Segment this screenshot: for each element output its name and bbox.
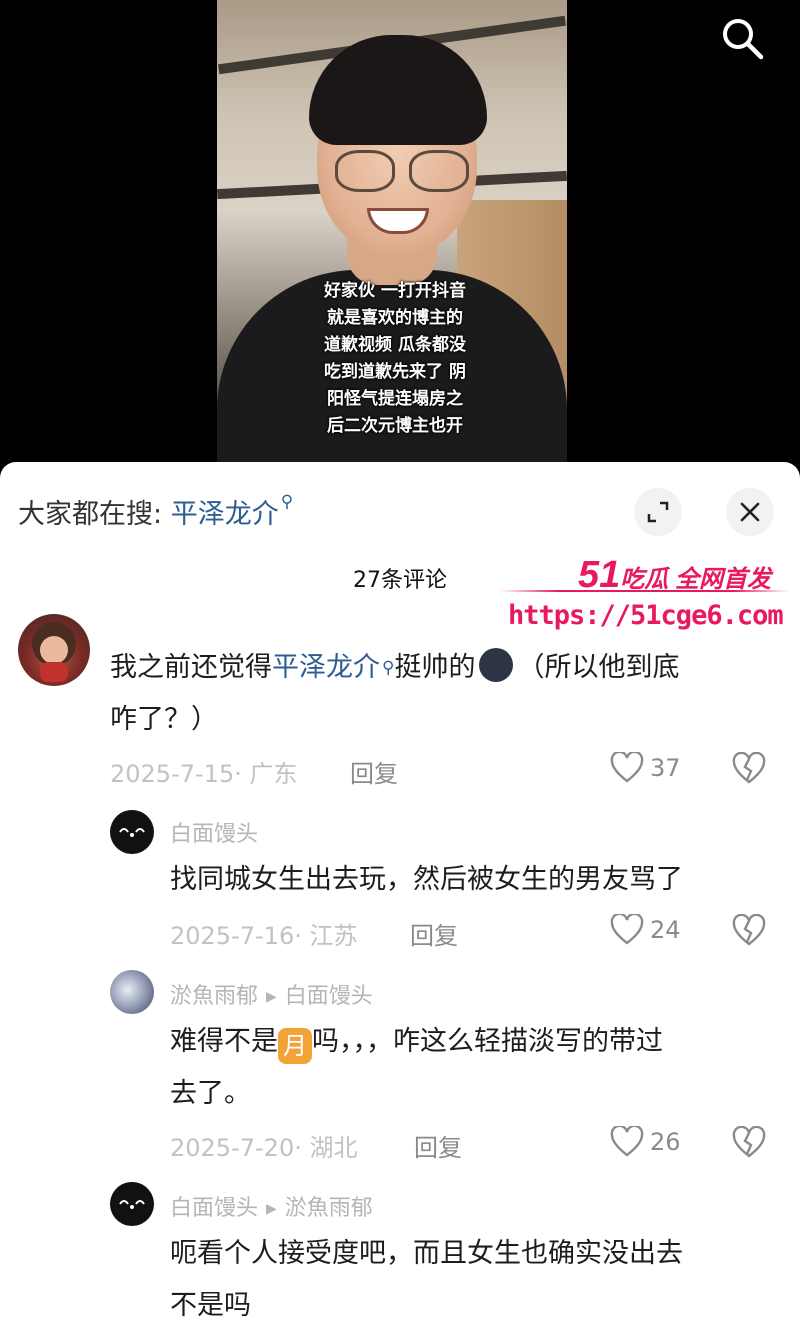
avatar[interactable] xyxy=(110,1182,154,1226)
subtitle-line: 吃到道歉先来了 阴 xyxy=(324,362,466,382)
broken-heart-icon[interactable] xyxy=(732,1126,766,1160)
avatar[interactable] xyxy=(110,810,154,854)
trending-search[interactable]: 大家都在搜: 平泽龙介 ⚲ xyxy=(18,492,293,531)
video-subtitle: 好家伙 一打开抖音 就是喜欢的博主的 道歉视频 瓜条都没 吃到道歉先来了 阴 阳… xyxy=(305,278,485,440)
close-icon xyxy=(740,502,760,522)
comment-text: 找同城女生出去玩，然后被女生的男友骂了 xyxy=(170,864,683,895)
search-small-icon: ⚲ xyxy=(280,492,294,512)
glasses-right xyxy=(409,150,469,192)
avatar-face-icon xyxy=(119,828,145,837)
comment-text-part: 咋了？） xyxy=(110,704,218,735)
expand-button[interactable] xyxy=(634,488,682,536)
comment-text-part: 去了。 xyxy=(170,1078,251,1109)
reply-to-username[interactable]: 白面馒头 xyxy=(285,984,373,1009)
comment-date-location: 2025-7-16· 江苏 xyxy=(170,922,358,950)
subtitle-line: 后二次元博主也开 xyxy=(327,416,463,436)
avatar-face-icon xyxy=(119,1200,145,1209)
reply-to-username[interactable]: 淤魚雨郁 xyxy=(285,1196,373,1221)
comment-username[interactable]: 淤魚雨郁 xyxy=(170,984,258,1009)
subtitle-line: 阳怪气提连塌房之 xyxy=(327,389,463,409)
reply-arrow-icon: ▶ xyxy=(266,1201,277,1217)
comment-keyword-link[interactable]: 平泽龙介 xyxy=(272,652,380,683)
comment-text: 呃看个人接受度吧，而且女生也确实没出去 不是吗 xyxy=(170,1228,790,1332)
comment-text-part: 吗，，，咋这么轻描淡写的带过 xyxy=(312,1026,663,1057)
emoji-icon xyxy=(479,648,514,682)
like-count: 37 xyxy=(650,754,681,782)
video-frame[interactable]: 好家伙 一打开抖音 就是喜欢的博主的 道歉视频 瓜条都没 吃到道歉先来了 阴 阳… xyxy=(217,0,567,470)
reply-button[interactable]: 回复 xyxy=(350,754,398,789)
like-button[interactable]: 24 xyxy=(610,914,681,946)
trending-search-keyword[interactable]: 平泽龙介 xyxy=(171,499,279,530)
watermark-text: 吃瓜 全网首发 xyxy=(620,566,771,593)
heart-icon xyxy=(610,1126,644,1157)
comment-text-part: 挺帅的 xyxy=(394,652,476,683)
glasses-left xyxy=(335,150,395,192)
heart-icon xyxy=(610,752,644,783)
avatar-illustration xyxy=(32,622,76,682)
comment-text-part: 我之前还觉得 xyxy=(110,652,272,683)
subtitle-line: 道歉视频 瓜条都没 xyxy=(324,335,466,355)
heart-icon xyxy=(610,914,644,945)
broken-heart-icon[interactable] xyxy=(732,752,766,786)
reply-button[interactable]: 回复 xyxy=(410,916,458,951)
avatar[interactable] xyxy=(18,614,90,686)
reply-arrow-icon: ▶ xyxy=(266,989,277,1005)
search-small-icon: ⚲ xyxy=(382,658,395,678)
comment-text-part: （所以他到底 xyxy=(517,652,680,683)
comment-username[interactable]: 白面馒头 xyxy=(170,1196,258,1221)
avatar[interactable] xyxy=(110,970,154,1014)
comment-text-part: 难得不是 xyxy=(170,1026,278,1057)
comment-text-part: 呃看个人接受度吧，而且女生也确实没出去 xyxy=(170,1238,683,1269)
like-button[interactable]: 37 xyxy=(610,752,681,784)
subtitle-line: 好家伙 一打开抖音 xyxy=(324,281,466,301)
like-count: 26 xyxy=(650,1128,681,1156)
watermark-underline xyxy=(500,590,790,592)
comment-username[interactable]: 白面馒头 xyxy=(170,816,258,848)
comment-date-location: 2025-7-15· 广东 xyxy=(110,760,298,788)
comment-username-line: 白面馒头 ▶ 淤魚雨郁 xyxy=(170,1190,373,1222)
watermark-url: https://51cge6.com xyxy=(508,600,784,631)
search-icon[interactable] xyxy=(718,14,766,62)
video-player[interactable]: 好家伙 一打开抖音 就是喜欢的博主的 道歉视频 瓜条都没 吃到道歉先来了 阴 阳… xyxy=(0,0,800,470)
comment-text-part: 不是吗 xyxy=(170,1290,251,1321)
expand-icon xyxy=(647,501,669,523)
moon-emoji-badge: 月 xyxy=(278,1028,312,1064)
comment-text: 难得不是月吗，，，咋这么轻描淡写的带过去了。 xyxy=(170,1016,780,1120)
comment-sheet: 大家都在搜: 平泽龙介 ⚲ 27条评论 51吃瓜 全网首发 https://51c… xyxy=(0,462,800,1337)
comment-date-location: 2025-7-20· 湖北 xyxy=(170,1134,358,1162)
trending-search-prefix: 大家都在搜: xyxy=(18,499,163,530)
like-button[interactable]: 26 xyxy=(610,1126,681,1158)
comment-text: 我之前还觉得平泽龙介 ⚲挺帅的 （所以他到底咋了？） xyxy=(110,642,780,746)
close-button[interactable] xyxy=(726,488,774,536)
comment-username-line: 淤魚雨郁 ▶ 白面馒头 xyxy=(170,978,373,1010)
like-count: 24 xyxy=(650,916,681,944)
broken-heart-icon[interactable] xyxy=(732,914,766,948)
subtitle-line: 就是喜欢的博主的 xyxy=(327,308,463,328)
reply-button[interactable]: 回复 xyxy=(414,1128,462,1163)
